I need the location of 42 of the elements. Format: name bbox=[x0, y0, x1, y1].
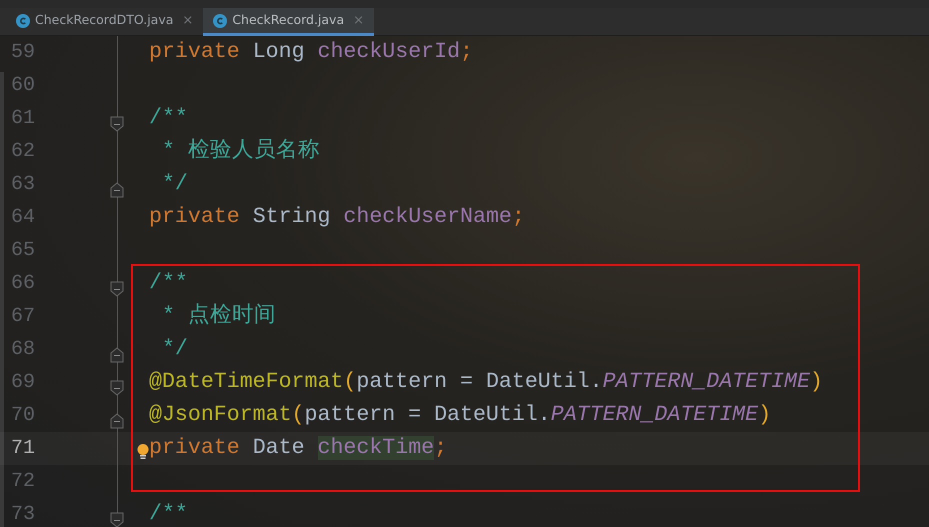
fold-icon[interactable] bbox=[110, 346, 124, 363]
code-line: @JsonFormat(pattern = DateUtil.PATTERN_DATETIME) bbox=[149, 402, 772, 429]
line-number: 59 bbox=[10, 40, 36, 66]
line-number: 70 bbox=[10, 402, 36, 428]
line-number: 68 bbox=[10, 336, 36, 362]
code-line: private Long checkUserId; bbox=[149, 39, 474, 66]
line-number: 63 bbox=[10, 172, 36, 198]
code-line: @DateTimeFormat(pattern = DateUtil.PATTERN_DATETIME) bbox=[149, 369, 823, 396]
class-icon bbox=[213, 14, 228, 28]
fold-icon[interactable] bbox=[110, 380, 124, 396]
line-number: 64 bbox=[10, 204, 36, 230]
line-number: 69 bbox=[10, 370, 36, 396]
tab-label: CheckRecordDTO.java bbox=[35, 11, 174, 30]
code-line: /** bbox=[149, 501, 188, 527]
line-number: 73 bbox=[10, 502, 36, 527]
file-tab[interactable]: CheckRecord.java × bbox=[203, 8, 374, 36]
code-line: /** bbox=[149, 105, 188, 132]
code-line: */ bbox=[160, 171, 188, 198]
file-tab[interactable]: CheckRecordDTO.java × bbox=[6, 8, 204, 36]
line-number: 66 bbox=[10, 270, 36, 296]
line-number: 67 bbox=[10, 304, 36, 330]
code-line: private Date checkTime; bbox=[149, 435, 448, 462]
class-icon bbox=[16, 14, 30, 28]
fold-icon[interactable] bbox=[110, 512, 124, 527]
code-line: * 检验人员名称 bbox=[160, 138, 320, 165]
line-number: 71 bbox=[10, 436, 36, 462]
fold-icon[interactable] bbox=[110, 412, 124, 429]
fold-icon[interactable] bbox=[110, 116, 124, 132]
lightbulb-icon[interactable] bbox=[136, 442, 150, 461]
tab-label: CheckRecord.java bbox=[232, 11, 344, 30]
code-line: /** bbox=[149, 270, 188, 297]
fold-icon[interactable] bbox=[110, 182, 124, 198]
line-number: 60 bbox=[10, 72, 36, 98]
close-icon[interactable]: × bbox=[182, 10, 194, 30]
line-number: 61 bbox=[10, 106, 36, 132]
line-number: 65 bbox=[10, 238, 36, 264]
line-number: 62 bbox=[10, 138, 36, 164]
code-line: private String checkUserName; bbox=[149, 204, 525, 231]
line-number: 72 bbox=[10, 468, 36, 494]
fold-icon[interactable] bbox=[110, 280, 124, 297]
code-line: * 点检时间 bbox=[160, 302, 276, 330]
code-line: */ bbox=[160, 336, 188, 363]
